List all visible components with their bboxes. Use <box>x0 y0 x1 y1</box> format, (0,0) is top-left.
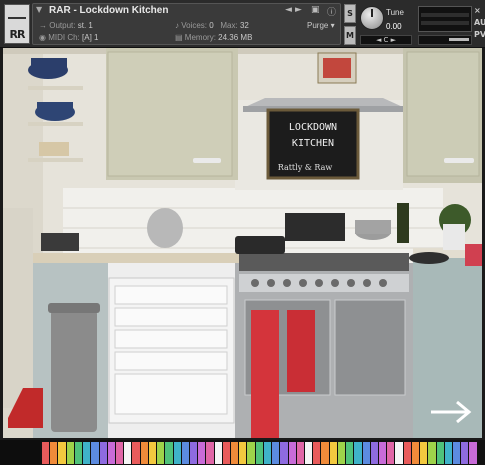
tune-knob[interactable] <box>360 6 384 30</box>
piano-key[interactable] <box>247 442 256 464</box>
piano-key[interactable] <box>337 442 347 464</box>
prev-instrument-icon[interactable]: ◄ <box>285 5 292 15</box>
piano-key[interactable] <box>346 442 355 464</box>
camera-icon[interactable]: ▣ <box>311 5 320 15</box>
volume-slider[interactable] <box>418 35 472 45</box>
piano-key[interactable] <box>362 442 371 464</box>
piano-key[interactable] <box>198 442 207 464</box>
keyboard-keys[interactable] <box>42 442 478 464</box>
instrument-name[interactable]: RAR - Lockdown Kitchen <box>49 5 168 16</box>
piano-key[interactable] <box>395 442 404 464</box>
kitchen-scene: LOCKDOWN KITCHEN Rattly & Raw <box>3 48 482 438</box>
piano-key[interactable] <box>403 442 412 464</box>
memory-icon: ▤ <box>175 33 183 42</box>
piano-key[interactable] <box>214 442 223 464</box>
piano-key[interactable] <box>231 442 240 464</box>
tune-label: Tune <box>386 8 404 17</box>
piano-key[interactable] <box>378 442 388 464</box>
solo-button[interactable]: S <box>344 4 356 23</box>
piano-key[interactable] <box>272 442 281 464</box>
piano-key[interactable] <box>428 442 437 464</box>
piano-key[interactable] <box>411 442 421 464</box>
piano-key[interactable] <box>263 442 273 464</box>
piano-key[interactable] <box>444 442 453 464</box>
midi-channel-select[interactable]: [A] 1 <box>82 33 98 42</box>
piano-key[interactable] <box>50 442 59 464</box>
midi-icon: ◉ <box>39 33 46 42</box>
piano-key[interactable] <box>173 442 182 464</box>
level-meters <box>418 6 472 32</box>
piano-key[interactable] <box>469 442 478 464</box>
piano-key[interactable] <box>354 442 363 464</box>
piano-key[interactable] <box>288 442 297 464</box>
piano-key[interactable] <box>206 442 215 464</box>
chalkboard-line-2: KITCHEN <box>292 138 334 149</box>
piano-key[interactable] <box>124 442 133 464</box>
midi-row: ◉ MIDI Ch: [A] 1 <box>39 33 99 42</box>
piano-key[interactable] <box>387 442 396 464</box>
aux-button[interactable]: AUX <box>474 18 485 27</box>
voices-row: ♪ Voices: 0 Max: 32 <box>175 21 249 30</box>
piano-key[interactable] <box>189 442 199 464</box>
purge-button[interactable]: Purge ▾ <box>307 21 335 30</box>
output-icon: → <box>39 21 47 30</box>
piano-key[interactable] <box>305 442 314 464</box>
piano-key[interactable] <box>66 442 75 464</box>
mute-button[interactable]: M <box>344 26 356 45</box>
piano-key[interactable] <box>255 442 264 464</box>
voices-icon: ♪ <box>175 21 179 30</box>
piano-key[interactable] <box>140 442 149 464</box>
memory-row: ▤ Memory: 24.36 MB <box>175 33 253 42</box>
piano-keyboard <box>0 440 485 465</box>
piano-key[interactable] <box>222 442 232 464</box>
collapse-icon[interactable]: ▼ <box>36 5 42 14</box>
piano-key[interactable] <box>370 442 379 464</box>
piano-key[interactable] <box>181 442 190 464</box>
output-row: → Output: st. 1 <box>39 21 93 30</box>
chalkboard-signature: Rattly & Raw <box>278 163 333 172</box>
piano-key[interactable] <box>42 442 51 464</box>
piano-key[interactable] <box>239 442 248 464</box>
piano-key[interactable] <box>313 442 322 464</box>
tune-value[interactable]: 0.00 <box>386 22 402 31</box>
info-icon[interactable]: ⓘ <box>327 5 336 18</box>
piano-key[interactable] <box>132 442 141 464</box>
pv-button[interactable]: PV <box>474 30 485 39</box>
piano-key[interactable] <box>420 442 429 464</box>
piano-key[interactable] <box>165 442 174 464</box>
max-voices-field[interactable]: 32 <box>240 21 249 30</box>
instrument-header: RR ▼ RAR - Lockdown Kitchen ◄ ► ▣ ⓘ → Ou… <box>0 0 485 48</box>
next-instrument-icon[interactable]: ► <box>295 5 302 15</box>
piano-key[interactable] <box>461 442 470 464</box>
instrument-info-panel: ▼ RAR - Lockdown Kitchen ◄ ► ▣ ⓘ → Outpu… <box>32 3 341 45</box>
solo-mute-buttons: S M <box>344 4 356 45</box>
piano-key[interactable] <box>107 442 116 464</box>
piano-key[interactable] <box>436 442 445 464</box>
kitchen-background-image: LOCKDOWN KITCHEN Rattly & Raw <box>3 48 482 438</box>
output-select[interactable]: st. 1 <box>78 21 93 30</box>
piano-key[interactable] <box>157 442 166 464</box>
piano-key[interactable] <box>296 442 305 464</box>
piano-key[interactable] <box>280 442 289 464</box>
piano-key[interactable] <box>91 442 100 464</box>
piano-key[interactable] <box>99 442 108 464</box>
piano-key[interactable] <box>452 442 462 464</box>
piano-key[interactable] <box>321 442 330 464</box>
piano-key[interactable] <box>115 442 125 464</box>
next-page-arrow-icon[interactable] <box>429 398 473 426</box>
chalkboard-line-1: LOCKDOWN <box>289 122 337 133</box>
piano-key[interactable] <box>329 442 338 464</box>
pan-slider[interactable]: ◄ C ► <box>360 35 412 45</box>
piano-key[interactable] <box>148 442 158 464</box>
keyboard-left-panel <box>0 440 40 465</box>
piano-key[interactable] <box>83 442 92 464</box>
piano-key[interactable] <box>74 442 84 464</box>
instrument-logo[interactable]: RR <box>4 4 30 44</box>
piano-key[interactable] <box>58 442 67 464</box>
close-icon[interactable]: × <box>474 6 481 15</box>
